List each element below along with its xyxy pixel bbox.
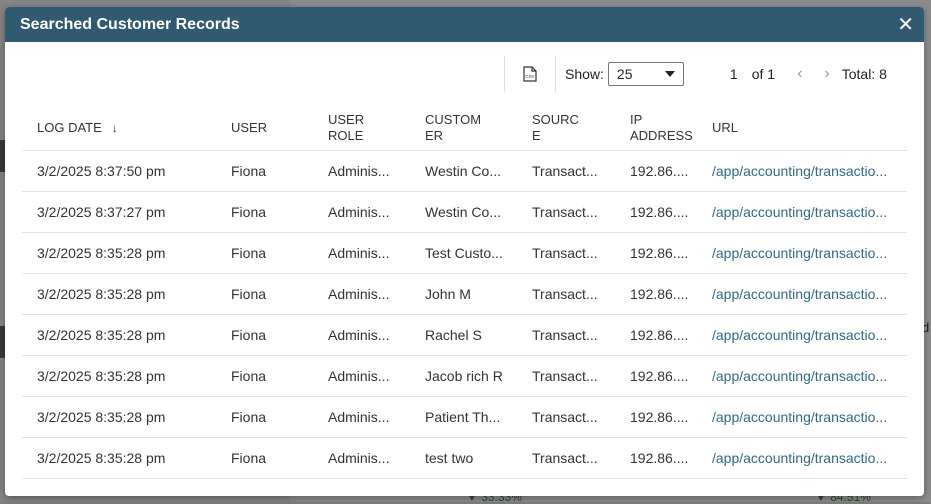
cell-log-date: 3/2/2025 8:35:28 pm: [37, 368, 166, 384]
cell-source: Transact...: [532, 286, 598, 302]
export-csv-button[interactable]: CSV: [505, 56, 556, 92]
show-label: Show:: [565, 66, 604, 82]
cell-source: Transact...: [532, 204, 598, 220]
cell-ip-address: 192.86....: [630, 327, 689, 343]
column-header-source[interactable]: SOURC E: [517, 112, 615, 144]
cell-source: Transact...: [532, 368, 598, 384]
column-header-url[interactable]: URL: [699, 120, 907, 136]
cell-user-role: Adminis...: [328, 327, 390, 343]
column-header-customer[interactable]: CUSTOM ER: [410, 112, 517, 144]
cell-customer: Westin Co...: [425, 204, 501, 220]
cell-ip-address: 192.86....: [630, 204, 689, 220]
cell-user-role: Adminis...: [328, 245, 390, 261]
cell-user-role: Adminis...: [328, 450, 390, 466]
url-link[interactable]: /app/accounting/transactio...: [699, 450, 907, 466]
cell-ip-address: 192.86....: [630, 163, 689, 179]
table-row[interactable]: 3/2/2025 8:35:28 pm Fiona Adminis... Patien…: [22, 397, 907, 438]
url-link[interactable]: /app/accounting/transactio...: [699, 163, 907, 179]
cell-source: Transact...: [532, 409, 598, 425]
cell-user: Fiona: [231, 163, 267, 179]
table-row[interactable]: 3/2/2025 8:37:27 pm Fiona Adminis... Westin…: [22, 192, 907, 233]
cell-user-role: Adminis...: [328, 286, 390, 302]
cell-customer: Test Custo...: [425, 245, 503, 261]
cell-user: Fiona: [231, 368, 267, 384]
cell-ip-address: 192.86....: [630, 450, 689, 466]
url-link[interactable]: /app/accounting/transactio...: [699, 245, 907, 261]
cell-user: Fiona: [231, 327, 267, 343]
page-count: of 1: [751, 66, 776, 82]
cell-customer: Jacob rich R: [425, 368, 503, 384]
cell-log-date: 3/2/2025 8:35:28 pm: [37, 286, 166, 302]
column-header-log-date[interactable]: LOG DATE ↓: [22, 120, 216, 136]
table-row[interactable]: 3/2/2025 8:35:28 pm Fiona Adminis... test t…: [22, 438, 907, 479]
cell-source: Transact...: [532, 245, 598, 261]
modal-header: Searched Customer Records ✕: [5, 7, 924, 42]
table-row[interactable]: 3/2/2025 8:35:28 pm Fiona Adminis... Test C…: [22, 233, 907, 274]
column-header-ip-address[interactable]: IP ADDRESS: [615, 112, 699, 144]
cell-user: Fiona: [231, 286, 267, 302]
cell-user: Fiona: [231, 204, 267, 220]
cell-log-date: 3/2/2025 8:35:28 pm: [37, 409, 166, 425]
chevron-down-icon: [664, 71, 675, 77]
cell-source: Transact...: [532, 327, 598, 343]
current-page: 1: [729, 66, 738, 82]
sort-descending-icon[interactable]: ↓: [112, 121, 118, 135]
close-icon[interactable]: ✕: [897, 15, 914, 35]
previous-page-button[interactable]: ‹: [797, 65, 802, 83]
cell-customer: Westin Co...: [425, 163, 501, 179]
cell-user-role: Adminis...: [328, 163, 390, 179]
cell-log-date: 3/2/2025 8:37:50 pm: [37, 163, 166, 179]
records-table: LOG DATE ↓ USER USER ROLE CUSTOM ER SOURC…: [22, 106, 907, 479]
cell-user-role: Adminis...: [328, 204, 390, 220]
table-row[interactable]: 3/2/2025 8:35:28 pm Fiona Adminis... Rachel…: [22, 315, 907, 356]
url-link[interactable]: /app/accounting/transactio...: [699, 204, 907, 220]
cell-ip-address: 192.86....: [630, 245, 689, 261]
svg-text:CSV: CSV: [525, 74, 534, 79]
url-link[interactable]: /app/accounting/transactio...: [699, 327, 907, 343]
page-size-select[interactable]: 25: [607, 62, 684, 86]
searched-customer-records-modal: Searched Customer Records ✕ CSV Show: 25…: [5, 7, 924, 496]
cell-user: Fiona: [231, 245, 267, 261]
table-row[interactable]: 3/2/2025 8:35:28 pm Fiona Adminis... John M…: [22, 274, 907, 315]
total-count: Total: 8: [841, 66, 887, 82]
cell-user: Fiona: [231, 409, 267, 425]
cell-log-date: 3/2/2025 8:37:27 pm: [37, 204, 166, 220]
url-link[interactable]: /app/accounting/transactio...: [699, 409, 907, 425]
cell-user-role: Adminis...: [328, 409, 390, 425]
table-toolbar: CSV Show: 25 1 of 1 ‹ › Total: 8: [504, 56, 909, 92]
cell-source: Transact...: [532, 450, 598, 466]
table-row[interactable]: 3/2/2025 8:37:50 pm Fiona Adminis... Westin…: [22, 151, 907, 192]
cell-log-date: 3/2/2025 8:35:28 pm: [37, 450, 166, 466]
column-header-user-role[interactable]: USER ROLE: [313, 112, 410, 144]
column-header-user[interactable]: USER: [216, 120, 313, 136]
csv-file-icon: CSV: [523, 66, 537, 82]
cell-user: Fiona: [231, 450, 267, 466]
cell-ip-address: 192.86....: [630, 368, 689, 384]
cell-customer: test two: [425, 450, 474, 466]
page-size-value: 25: [616, 66, 633, 82]
cell-customer: Patient Th...: [425, 409, 501, 425]
cell-ip-address: 192.86....: [630, 286, 689, 302]
cell-source: Transact...: [532, 163, 598, 179]
cell-customer: John M: [425, 286, 471, 302]
cell-ip-address: 192.86....: [630, 409, 689, 425]
url-link[interactable]: /app/accounting/transactio...: [699, 286, 907, 302]
cell-log-date: 3/2/2025 8:35:28 pm: [37, 245, 166, 261]
modal-title: Searched Customer Records: [20, 15, 240, 33]
cell-log-date: 3/2/2025 8:35:28 pm: [37, 327, 166, 343]
url-link[interactable]: /app/accounting/transactio...: [699, 368, 907, 384]
table-header: LOG DATE ↓ USER USER ROLE CUSTOM ER SOURC…: [22, 106, 907, 151]
next-page-button[interactable]: ›: [824, 65, 829, 83]
table-row[interactable]: 3/2/2025 8:35:28 pm Fiona Adminis... Jacob …: [22, 356, 907, 397]
table-body: 3/2/2025 8:37:50 pm Fiona Adminis... Westin…: [22, 151, 907, 479]
cell-user-role: Adminis...: [328, 368, 390, 384]
cell-customer: Rachel S: [425, 327, 482, 343]
